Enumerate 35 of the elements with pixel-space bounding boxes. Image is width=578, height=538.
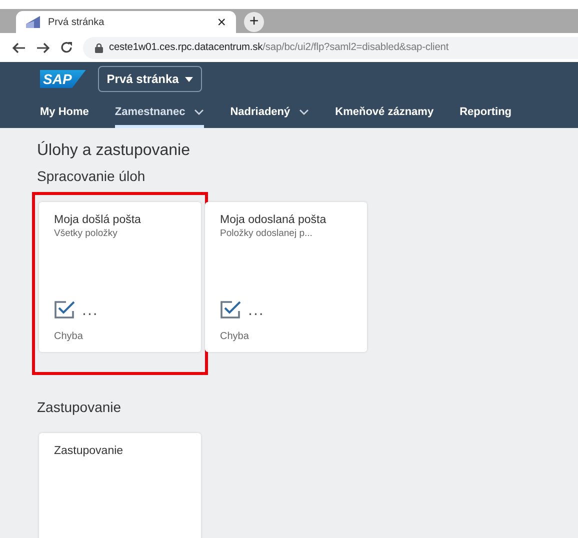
tile-footer: Chyba xyxy=(220,331,352,342)
forward-icon[interactable] xyxy=(36,42,50,54)
nav-tab[interactable]: Zamestnanec xyxy=(114,96,204,128)
task-check-icon xyxy=(220,300,242,319)
back-icon[interactable] xyxy=(12,42,26,54)
tile-value: ... xyxy=(248,303,264,319)
caret-icon xyxy=(184,76,193,82)
tile-subtitle: Položky odoslanej p... xyxy=(220,228,314,239)
reload-icon[interactable] xyxy=(60,41,73,54)
address-bar[interactable]: ceste1w01.ces.rpc.datacentrum.sk/sap/bc/ui2/flp?saml2=disabled&sap-client xyxy=(83,36,578,58)
sap-logo[interactable]: SAP xyxy=(40,70,86,88)
favicon-icon xyxy=(26,16,40,28)
close-tab-button[interactable]: × xyxy=(217,14,226,30)
nav-tab[interactable]: My Home xyxy=(40,96,89,128)
page-menu-button[interactable]: Prvá stránka xyxy=(98,66,202,92)
page-title: Úlohy a zastupovanie xyxy=(37,142,191,160)
new-tab-button[interactable]: + xyxy=(244,12,264,32)
nav-tab[interactable]: Reporting xyxy=(460,96,512,128)
app-tile[interactable]: Moja odoslaná pošta Položky odoslanej p... ... Chyba xyxy=(205,202,367,352)
tile-footer: Chyba xyxy=(54,331,186,342)
tile-value: ... xyxy=(82,303,98,319)
nav-tab[interactable]: Kmeňové záznamy xyxy=(335,96,434,128)
task-check-icon xyxy=(54,300,76,319)
nav-tab[interactable]: Nadriadený xyxy=(230,96,310,128)
tile-title: Moja odoslaná pošta xyxy=(220,214,328,228)
section-title: Zastupovanie xyxy=(37,399,122,415)
tile-title: Zastupovanie xyxy=(54,445,124,459)
tile-subtitle: Všetky položky xyxy=(54,228,118,239)
app-tile[interactable]: Moja došlá pošta Všetky položky ... Chyba xyxy=(39,202,201,352)
lock-icon xyxy=(95,42,103,52)
section-title: Spracovanie úloh xyxy=(37,168,146,184)
app-tile[interactable]: Zastupovanie xyxy=(39,433,201,538)
tab-title: Prvá stránka xyxy=(48,16,106,28)
browser-tab[interactable]: Prvá stránka × xyxy=(16,11,236,33)
tile-title: Moja došlá pošta xyxy=(54,214,142,228)
